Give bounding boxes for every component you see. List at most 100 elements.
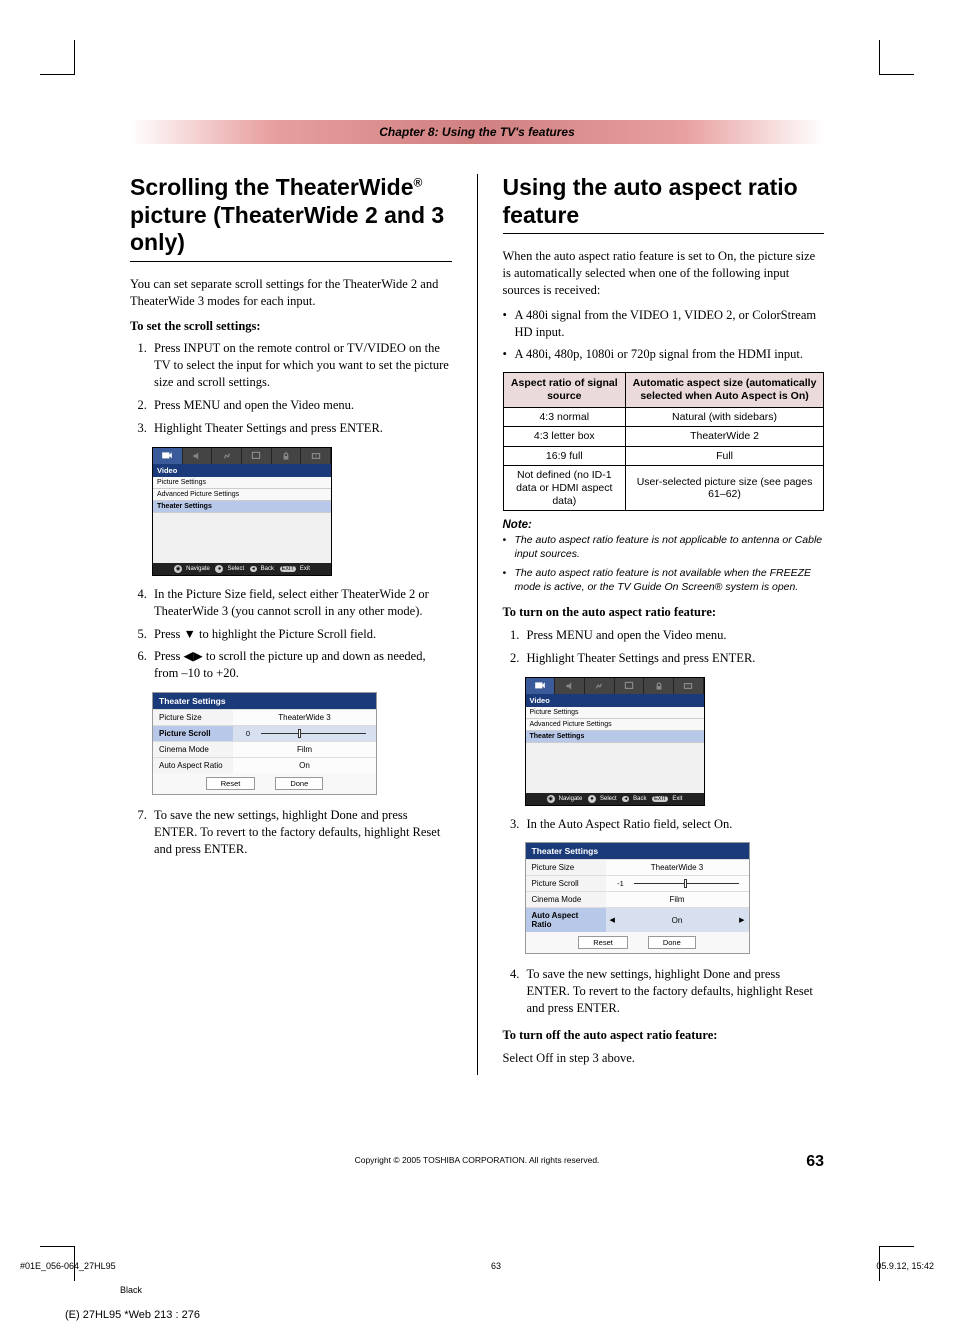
table-cell: User-selected picture size (see pages 61…: [626, 466, 824, 511]
footer-label: Navigate: [186, 566, 210, 572]
ts-label: Auto Aspect Ratio: [153, 757, 233, 773]
column-divider: [477, 174, 478, 1075]
ts-row: Auto Aspect Ratio On: [153, 757, 376, 773]
pref-tab-icon: T: [301, 448, 331, 464]
reset-button: Reset: [206, 777, 256, 790]
setup-tab-icon: [242, 448, 272, 464]
osd-menu-screenshot: T Video Picture Settings Advanced Pictur…: [525, 677, 705, 806]
osd-tabs: T: [153, 448, 331, 464]
footer-label: Navigate: [559, 796, 583, 802]
ts-row: Picture Scroll -1: [526, 875, 749, 891]
table-cell: Full: [626, 446, 824, 466]
back-icon: ◂: [622, 796, 629, 802]
ts-label: Picture Size: [526, 859, 606, 875]
ts-row-selected: Auto Aspect Ratio ◀ On ▶: [526, 907, 749, 932]
step-item: Press ◀▶ to scroll the picture up and do…: [150, 648, 452, 682]
done-button: Done: [648, 936, 696, 949]
osd-blank: [526, 743, 704, 793]
audio-tab-icon: [183, 448, 213, 464]
back-icon: ◂: [250, 566, 257, 572]
osd-tabs: T: [526, 678, 704, 694]
title-text-b: picture (TheaterWide 2 and 3 only): [130, 202, 444, 256]
ts-value: TheaterWide 3: [606, 859, 749, 875]
ts-footer: Reset Done: [526, 932, 749, 953]
ts-label: Picture Size: [153, 709, 233, 725]
table-header: Automatic aspect size (automatically sel…: [626, 373, 824, 407]
table-cell: TheaterWide 2: [626, 427, 824, 447]
subhead-to-on: To turn on the auto aspect ratio feature…: [503, 604, 825, 621]
lock-tab-icon: [644, 678, 674, 694]
title-text-a: Scrolling the TheaterWide: [130, 174, 414, 200]
apps-tab-icon: [212, 448, 242, 464]
step-item: To save the new settings, highlight Done…: [523, 966, 825, 1017]
table-header: Aspect ratio of signal source: [503, 373, 626, 407]
theater-settings-screenshot: Theater Settings Picture Size TheaterWid…: [525, 842, 750, 954]
print-color: Black: [120, 1285, 954, 1295]
ts-label: Cinema Mode: [526, 891, 606, 907]
ts-value: Film: [233, 741, 376, 757]
step-item: Press INPUT on the remote control or TV/…: [150, 340, 452, 391]
triangle-right-icon: ▶: [739, 916, 744, 924]
nav-icon: ◉: [174, 565, 182, 573]
note-item: The auto aspect ratio feature is not app…: [503, 533, 825, 561]
step-item: To save the new settings, highlight Done…: [150, 807, 452, 858]
note-item: The auto aspect ratio feature is not ava…: [503, 566, 825, 594]
step-item: Press ▼ to highlight the Picture Scroll …: [150, 626, 452, 643]
print-info-line: #01E_056-064_27HL95 63 05.9.12, 15:42: [0, 1261, 954, 1271]
reg-mark: ®: [414, 175, 423, 189]
steps-list-b: In the Picture Size field, select either…: [150, 586, 452, 682]
nav-icon: ◉: [547, 795, 555, 803]
right-column: Using the auto aspect ratio feature When…: [503, 174, 825, 1075]
table-cell: 4:3 letter box: [503, 427, 626, 447]
slider-value: 0: [239, 729, 257, 738]
footer-label: Back: [633, 796, 646, 802]
off-text: Select Off in step 3 above.: [503, 1050, 825, 1067]
ts-row: Cinema Mode Film: [526, 891, 749, 907]
select-icon: ●: [215, 565, 223, 573]
ts-value: ◀ On ▶: [606, 907, 749, 932]
osd-footer: ◉Navigate ●Select ◂Back EXITExit: [526, 793, 704, 805]
osd-title: Video: [153, 464, 331, 477]
intro-para: When the auto aspect ratio feature is se…: [503, 248, 825, 299]
ts-header: Theater Settings: [526, 843, 749, 859]
osd-menu-screenshot: T Video Picture Settings Advanced Pictur…: [152, 447, 332, 576]
steps-on-b: In the Auto Aspect Ratio field, select O…: [523, 816, 825, 833]
footer-label: Select: [600, 796, 617, 802]
title-rule: [503, 233, 825, 234]
triangle-left-icon: ◀: [610, 916, 615, 924]
steps-list-c: To save the new settings, highlight Done…: [150, 807, 452, 858]
exit-icon: EXIT: [652, 796, 668, 802]
step-item: Highlight Theater Settings and press ENT…: [523, 650, 825, 667]
ts-label: Picture Scroll: [153, 725, 233, 741]
note-list: The auto aspect ratio feature is not app…: [503, 533, 825, 594]
ts-row: Cinema Mode Film: [153, 741, 376, 757]
bullet-item: A 480i signal from the VIDEO 1, VIDEO 2,…: [503, 307, 825, 341]
chapter-header: Chapter 8: Using the TV's features: [130, 120, 824, 144]
table-cell: 4:3 normal: [503, 407, 626, 427]
osd-item: Advanced Picture Settings: [526, 719, 704, 731]
bullet-item: A 480i, 480p, 1080i or 720p signal from …: [503, 346, 825, 363]
crop-mark: [40, 1246, 75, 1281]
lock-tab-icon: [272, 448, 302, 464]
subhead-to-off: To turn off the auto aspect ratio featur…: [503, 1027, 825, 1044]
intro-para: You can set separate scroll settings for…: [130, 276, 452, 310]
note-heading: Note:: [503, 519, 825, 531]
video-tab-icon: [526, 678, 556, 694]
ts-value-slider: 0: [233, 725, 376, 741]
ts-footer: Reset Done: [153, 773, 376, 794]
table-cell: 16:9 full: [503, 446, 626, 466]
ts-value-text: On: [672, 916, 683, 925]
ts-row: Picture Size TheaterWide 3: [153, 709, 376, 725]
ts-value-slider: -1: [606, 875, 749, 891]
subhead-to-set: To set the scroll settings:: [130, 318, 452, 335]
left-title: Scrolling the TheaterWide® picture (Thea…: [130, 174, 452, 257]
footer-label: Exit: [672, 796, 682, 802]
osd-item-selected: Theater Settings: [153, 501, 331, 513]
osd-title: Video: [526, 694, 704, 707]
video-tab-icon: [153, 448, 183, 464]
osd-item: Advanced Picture Settings: [153, 489, 331, 501]
web-tag: (E) 27HL95 *Web 213 : 276: [65, 1309, 954, 1321]
table-cell: Natural (with sidebars): [626, 407, 824, 427]
reset-button: Reset: [578, 936, 628, 949]
audio-tab-icon: [555, 678, 585, 694]
